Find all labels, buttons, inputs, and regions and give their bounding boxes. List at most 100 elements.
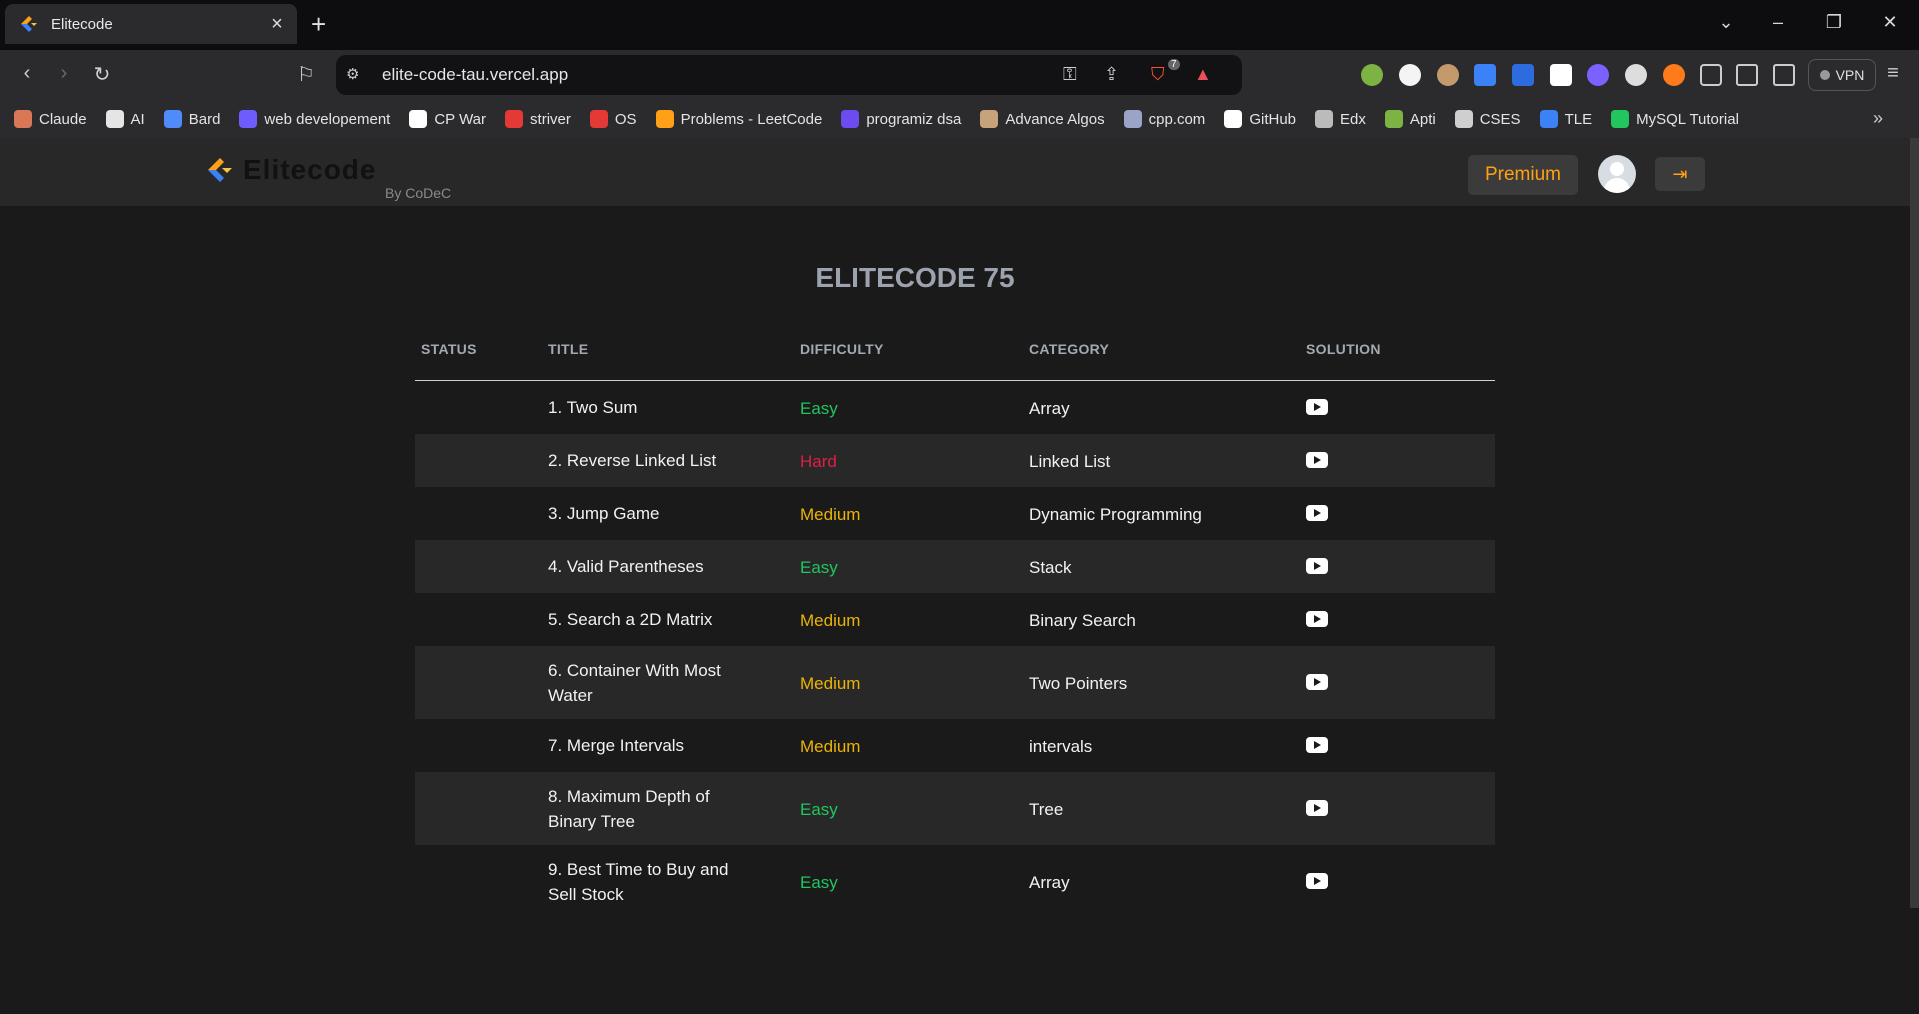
bookmark-item[interactable]: striver — [505, 110, 571, 128]
bookmark-item[interactable]: CP War — [409, 110, 486, 128]
bookmark-favicon-icon — [1384, 110, 1403, 128]
youtube-solution-icon[interactable] — [1306, 737, 1328, 753]
browser-tab[interactable]: Elitecode × — [5, 4, 297, 44]
problem-title-link[interactable]: 6. Container With Most Water — [548, 658, 758, 708]
column-header-title: TITLE — [548, 341, 589, 357]
brave-rewards-icon[interactable]: ▲ — [1194, 64, 1212, 85]
byline: By CoDeC — [385, 185, 452, 201]
bookmark-label: CSES — [1479, 110, 1521, 128]
extension-panda-icon[interactable] — [1625, 64, 1647, 86]
bookmark-item[interactable]: AI — [105, 110, 145, 128]
extensions-puzzle-icon[interactable] — [1700, 64, 1722, 86]
app-navbar: Elitecode By CoDeC Premium ⇥ — [0, 138, 1919, 206]
forward-icon[interactable]: › — [51, 62, 77, 85]
youtube-solution-icon[interactable] — [1306, 800, 1328, 816]
bookmark-item[interactable]: GitHub — [1224, 110, 1296, 128]
page-scrollbar[interactable] — [1910, 138, 1919, 908]
password-key-icon[interactable]: ⚿ — [1063, 64, 1077, 85]
extension-add-icon[interactable] — [1361, 64, 1383, 86]
avatar[interactable] — [1598, 155, 1636, 193]
problem-title-link[interactable]: 2. Reverse Linked List — [548, 448, 758, 473]
wallet-icon[interactable] — [1773, 64, 1795, 86]
youtube-solution-icon[interactable] — [1306, 558, 1328, 574]
bookmark-item[interactable]: Advance Algos — [980, 110, 1105, 128]
bookmark-item[interactable]: CSES — [1454, 110, 1521, 128]
youtube-solution-icon[interactable] — [1306, 873, 1328, 889]
difficulty-label: Easy — [800, 800, 838, 819]
youtube-solution-icon[interactable] — [1306, 452, 1328, 468]
close-tab-icon[interactable]: × — [267, 13, 287, 36]
bookmark-label: programiz dsa — [866, 110, 962, 128]
table-row: 5. Search a 2D Matrix Medium Binary Search — [415, 593, 1495, 646]
table-header: STATUS TITLE DIFFICULTY CATEGORY SOLUTIO… — [415, 321, 1495, 381]
more-bookmarks-icon[interactable]: » — [1873, 108, 1883, 129]
bookmark-item[interactable]: Apti — [1384, 110, 1436, 128]
site-settings-icon[interactable]: ⚙ — [346, 65, 359, 83]
address-bar[interactable]: ⚙ elite-code-tau.vercel.app ⚿ ⇪ ⛉ 7 ▲ — [336, 55, 1242, 95]
problems-table: STATUS TITLE DIFFICULTY CATEGORY SOLUTIO… — [415, 321, 1495, 918]
table-row: 2. Reverse Linked List Hard Linked List — [415, 434, 1495, 487]
column-header-status: STATUS — [421, 341, 477, 357]
extension-color-icon[interactable] — [1399, 64, 1421, 86]
shields-count-badge: 7 — [1168, 59, 1180, 70]
logo[interactable]: Elitecode — [205, 154, 376, 186]
extension-screen-icon[interactable] — [1512, 64, 1534, 86]
youtube-solution-icon[interactable] — [1306, 611, 1328, 627]
close-window-icon[interactable]: ✕ — [1878, 12, 1902, 33]
problem-title-link[interactable]: 8. Maximum Depth of Binary Tree — [548, 784, 758, 834]
bookmark-item[interactable]: web developement — [239, 110, 390, 128]
reload-icon[interactable]: ↻ — [89, 62, 115, 87]
extension-owl-icon[interactable] — [1437, 64, 1459, 86]
bookmark-label: Claude — [39, 110, 87, 128]
extension-flame-icon[interactable] — [1587, 64, 1609, 86]
youtube-solution-icon[interactable] — [1306, 399, 1328, 415]
category-label: Array — [1029, 399, 1070, 418]
premium-button[interactable]: Premium — [1468, 155, 1578, 195]
bookmark-item[interactable]: Edx — [1315, 110, 1366, 128]
problem-title-link[interactable]: 5. Search a 2D Matrix — [548, 607, 758, 632]
vpn-button[interactable]: VPN — [1808, 59, 1876, 91]
problem-title-link[interactable]: 4. Valid Parentheses — [548, 554, 758, 579]
share-icon[interactable]: ⇪ — [1104, 64, 1119, 85]
bookmark-item[interactable]: programiz dsa — [841, 110, 961, 128]
bookmark-item[interactable]: Bard — [163, 110, 221, 128]
extension-blue-icon[interactable] — [1474, 64, 1496, 86]
extension-orange-icon[interactable] — [1663, 64, 1685, 86]
bookmark-item[interactable]: Problems - LeetCode — [655, 110, 822, 128]
bookmark-item[interactable]: Claude — [14, 110, 87, 128]
minimize-icon[interactable]: – — [1766, 12, 1790, 33]
bookmark-icon[interactable]: ⚐ — [293, 62, 319, 87]
bookmark-item[interactable]: MySQL Tutorial — [1611, 110, 1739, 128]
table-row: 1. Two Sum Easy Array — [415, 381, 1495, 434]
problem-title-link[interactable]: 1. Two Sum — [548, 395, 758, 420]
bookmark-label: striver — [530, 110, 571, 128]
bookmark-item[interactable]: cpp.com — [1123, 110, 1205, 128]
brave-shields-icon[interactable]: ⛉ — [1151, 64, 1165, 85]
menu-icon[interactable]: ≡ — [1880, 62, 1906, 85]
bookmark-favicon-icon — [1315, 110, 1333, 128]
notion-icon[interactable] — [1550, 64, 1572, 86]
youtube-solution-icon[interactable] — [1306, 505, 1328, 521]
problem-title-link[interactable]: 3. Jump Game — [548, 501, 758, 526]
difficulty-label: Hard — [800, 452, 837, 471]
bookmark-item[interactable]: TLE — [1539, 110, 1592, 128]
bookmark-label: Bard — [188, 110, 221, 128]
problem-title-link[interactable]: 7. Merge Intervals — [548, 733, 758, 758]
sidebar-icon[interactable] — [1736, 64, 1758, 86]
bookmark-item[interactable]: OS — [589, 110, 637, 128]
logout-button[interactable]: ⇥ — [1655, 157, 1705, 191]
new-tab-button[interactable]: + — [311, 10, 326, 38]
url-text[interactable]: elite-code-tau.vercel.app — [382, 65, 568, 85]
back-icon[interactable]: ‹ — [14, 62, 40, 85]
tab-search-chevron-icon[interactable]: ⌄ — [1714, 12, 1738, 33]
bookmark-favicon-icon — [505, 110, 524, 128]
table-body: 1. Two Sum Easy Array 2. Reverse Linked Lis… — [415, 381, 1495, 918]
problem-title-link[interactable]: 9. Best Time to Buy and Sell Stock — [548, 857, 758, 907]
bookmark-favicon-icon — [163, 110, 182, 128]
restore-icon[interactable]: ❐ — [1822, 12, 1846, 33]
logout-icon: ⇥ — [1672, 163, 1688, 184]
difficulty-label: Medium — [800, 505, 861, 524]
table-row: 7. Merge Intervals Medium intervals — [415, 719, 1495, 772]
youtube-solution-icon[interactable] — [1306, 674, 1328, 690]
category-label: Binary Search — [1029, 611, 1136, 630]
